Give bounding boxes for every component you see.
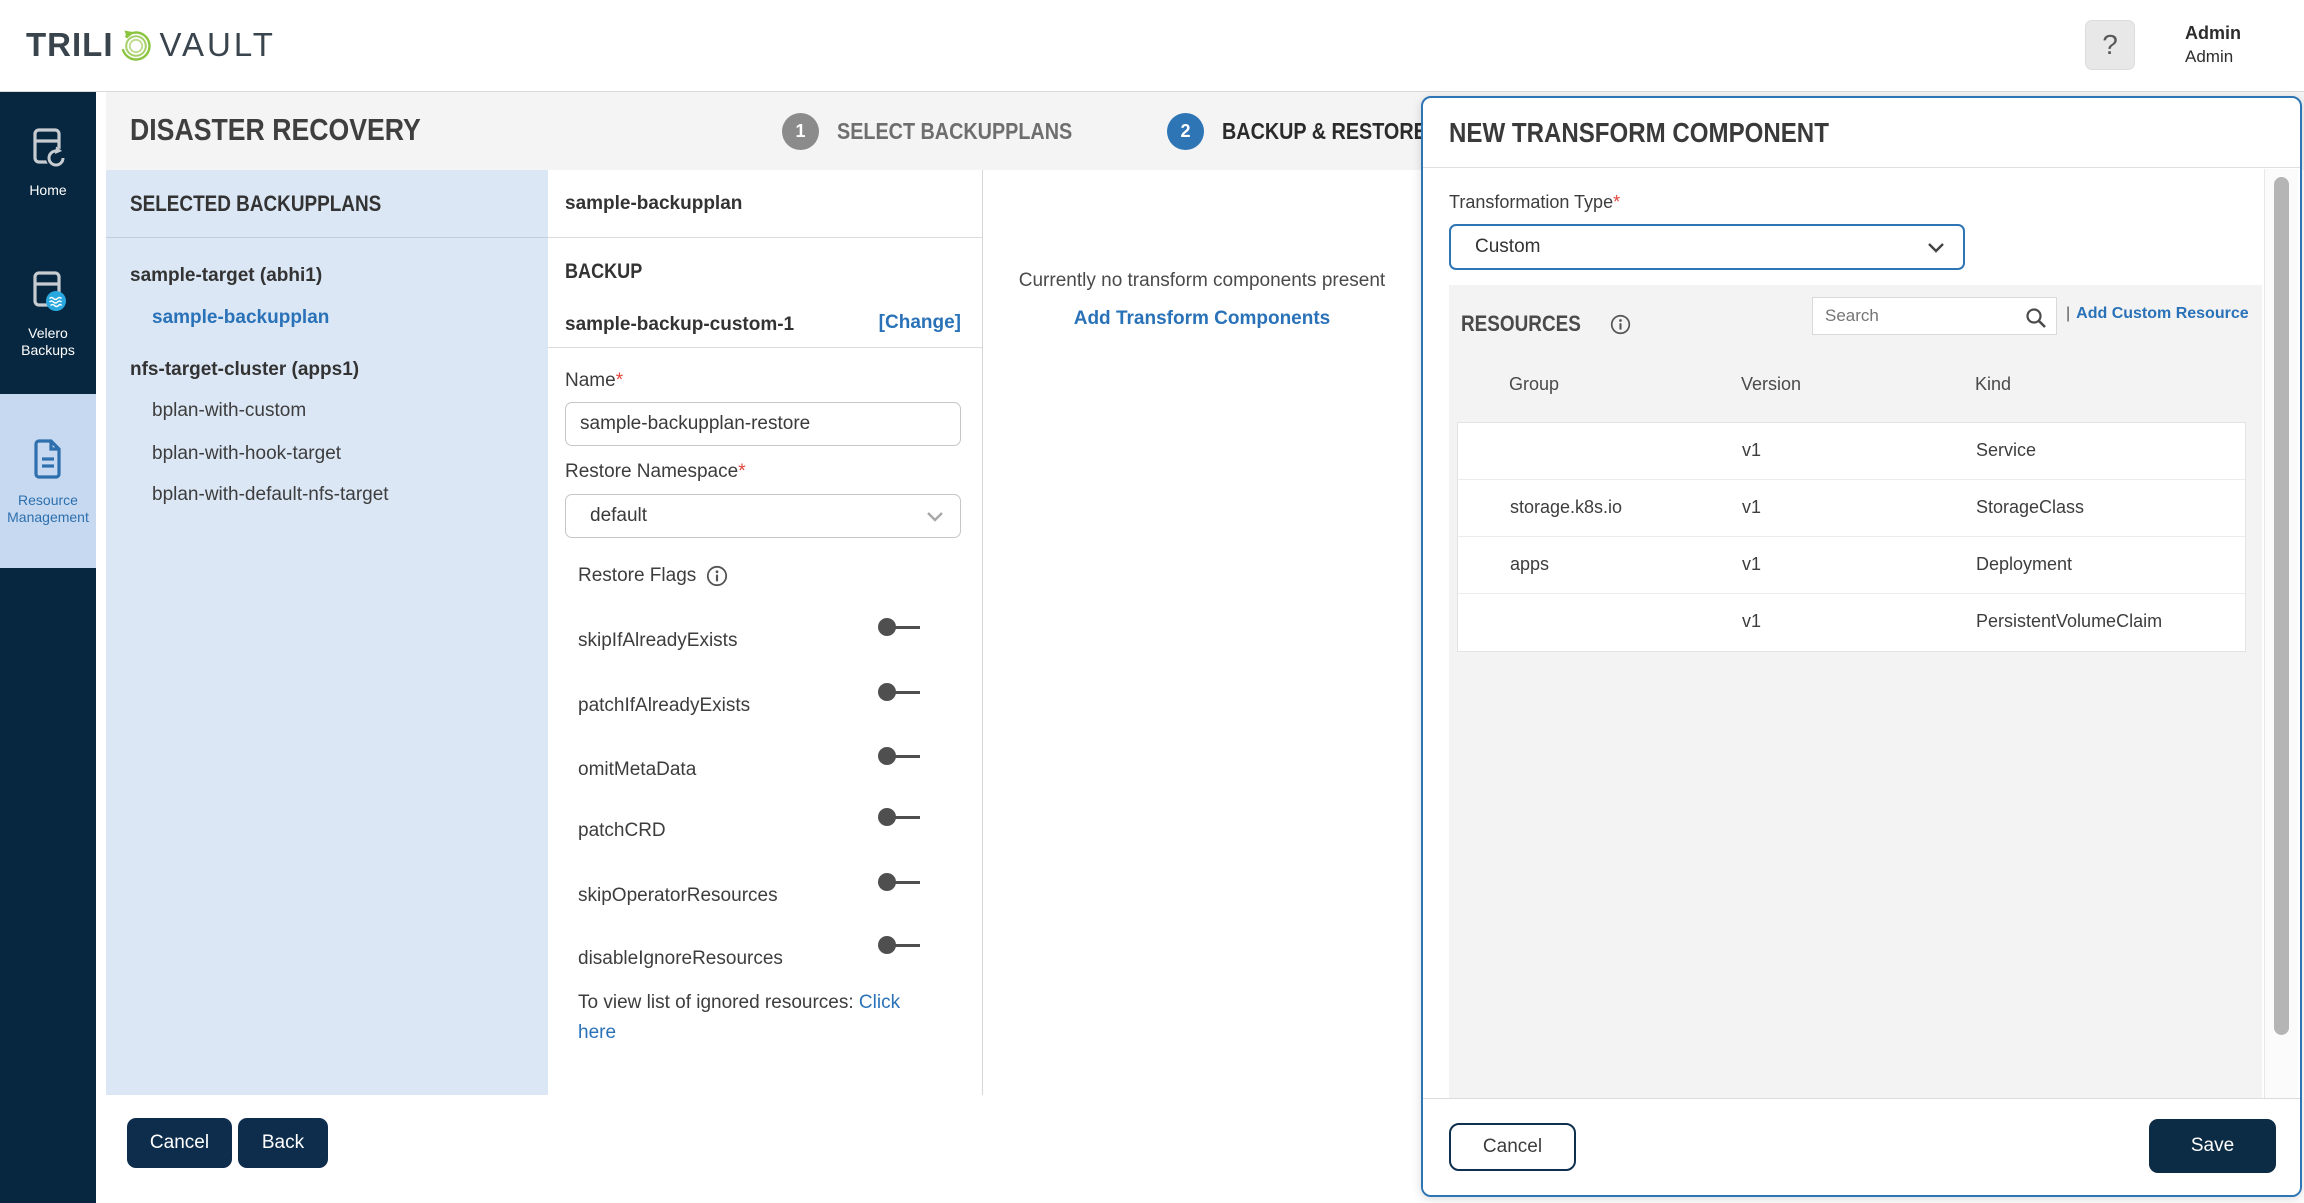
help-button[interactable]: ? — [2085, 20, 2135, 70]
backupplan-item-selected[interactable]: sample-backupplan — [152, 303, 329, 333]
backupplan-item[interactable]: bplan-with-custom — [152, 396, 306, 426]
flag-toggle-disableIgnoreResources[interactable] — [878, 936, 920, 954]
logo-text-vault: VAULT — [159, 26, 275, 64]
cancel-button[interactable]: Cancel — [127, 1118, 232, 1168]
section-divider — [548, 347, 982, 348]
flag-label: disableIgnoreResources — [578, 948, 783, 970]
flag-label: patchCRD — [578, 820, 666, 842]
flag-label: omitMetaData — [578, 759, 696, 781]
triliovault-logo: TRILI VAULT — [26, 24, 276, 66]
drawer-cancel-button[interactable]: Cancel — [1449, 1123, 1576, 1171]
save-button[interactable]: Save — [2149, 1119, 2276, 1173]
backup-target-item[interactable]: nfs-target-cluster (apps1) — [130, 355, 359, 385]
step-number-badge: 1 — [782, 113, 819, 150]
sidebar-item-velero-backups[interactable]: Velero Backups — [0, 233, 96, 394]
sidebar-item-resource-management[interactable]: Resource Management — [0, 394, 96, 568]
restore-form-panel: sample-backupplan BACKUP sample-backup-c… — [548, 170, 982, 1095]
resources-title: RESOURCES — [1461, 311, 1631, 337]
help-question-mark: ? — [2102, 29, 2118, 61]
back-button[interactable]: Back — [238, 1118, 328, 1168]
page-title: DISASTER RECOVERY — [130, 112, 468, 148]
info-icon[interactable] — [1610, 314, 1631, 335]
resources-panel: RESOURCES |Add Custom Resource Group Ver… — [1449, 285, 2262, 1100]
stepper-step-1[interactable]: 1 SELECT BACKUPPLANS — [782, 92, 1110, 170]
transform-empty-text: Currently no transform components presen… — [983, 270, 1421, 292]
transformation-type-select[interactable]: Custom — [1449, 224, 1965, 270]
table-row[interactable]: apps v1 Deployment — [1458, 537, 2245, 594]
sidebar-nav: Home Velero Backups Resource Management — [0, 92, 96, 1203]
name-field-label: Name* — [565, 370, 623, 392]
drawer-title: NEW TRANSFORM COMPONENT — [1423, 98, 2300, 168]
drawer-scrollbar-track — [2264, 169, 2298, 1099]
user-name: Admin — [2185, 21, 2241, 45]
flag-toggle-skipIfAlreadyExists[interactable] — [878, 618, 920, 636]
change-backup-link[interactable]: [Change] — [879, 312, 961, 334]
top-header-bar: TRILI VAULT ? Admin Admin — [0, 0, 2304, 92]
flag-label: skipOperatorResources — [578, 885, 778, 907]
drawer-footer: Cancel Save — [1423, 1098, 2300, 1195]
transform-components-panel: Currently no transform components presen… — [982, 170, 1421, 1095]
home-document-refresh-icon — [25, 126, 71, 172]
link-separator: | — [2066, 305, 2070, 322]
column-header-version: Version — [1741, 374, 1801, 395]
sidebar-item-label: Home — [29, 182, 66, 199]
backup-target-item[interactable]: sample-target (abhi1) — [130, 261, 322, 291]
flag-toggle-omitMetaData[interactable] — [878, 747, 920, 765]
flag-label: patchIfAlreadyExists — [578, 695, 750, 717]
user-menu[interactable]: Admin Admin — [2185, 21, 2241, 69]
info-icon[interactable] — [706, 565, 728, 587]
column-header-group: Group — [1509, 374, 1559, 395]
logo-circular-arrow-icon — [115, 24, 157, 66]
drawer-scrollbar-thumb[interactable] — [2274, 177, 2289, 1035]
ignored-resources-text: To view list of ignored resources: Click… — [578, 988, 918, 1048]
add-custom-resource-link[interactable]: |Add Custom Resource — [2066, 305, 2249, 323]
restore-namespace-select[interactable]: default — [565, 494, 961, 538]
transformation-type-label: Transformation Type* — [1449, 192, 1620, 213]
chevron-down-icon — [1927, 242, 1945, 253]
velero-backups-icon — [25, 269, 71, 315]
sidebar-item-label: Velero Backups — [18, 325, 78, 359]
step-number-badge: 2 — [1167, 113, 1204, 150]
table-row[interactable]: v1 PersistentVolumeClaim — [1458, 594, 2245, 651]
backupplan-item[interactable]: bplan-with-hook-target — [152, 439, 341, 469]
backup-name: sample-backup-custom-1 — [565, 314, 794, 336]
table-row[interactable]: storage.k8s.io v1 StorageClass — [1458, 480, 2245, 537]
sidebar-item-home[interactable]: Home — [0, 92, 96, 233]
table-row[interactable]: v1 Service — [1458, 423, 2245, 480]
search-icon — [2024, 306, 2048, 330]
search-input[interactable] — [1813, 298, 2056, 334]
flag-label: skipIfAlreadyExists — [578, 630, 737, 652]
backupplans-panel-title: SELECTED BACKUPPLANS — [106, 170, 548, 238]
step-label: SELECT BACKUPPLANS — [837, 118, 1110, 145]
restore-plan-title: sample-backupplan — [548, 170, 982, 238]
backup-section-title: BACKUP — [565, 260, 655, 284]
flag-toggle-skipOperatorResources[interactable] — [878, 873, 920, 891]
backupplan-item[interactable]: bplan-with-default-nfs-target — [152, 480, 389, 510]
new-transform-component-drawer: NEW TRANSFORM COMPONENT Transformation T… — [1421, 96, 2302, 1197]
logo-text-trili: TRILI — [26, 26, 113, 64]
add-transform-components-link[interactable]: Add Transform Components — [983, 308, 1421, 330]
column-header-kind: Kind — [1975, 374, 2011, 395]
flag-toggle-patchIfAlreadyExists[interactable] — [878, 683, 920, 701]
resource-management-document-icon — [25, 436, 71, 482]
user-role: Admin — [2185, 45, 2241, 69]
resources-search-box — [1812, 297, 2057, 335]
resources-table: v1 Service storage.k8s.io v1 StorageClas… — [1457, 422, 2246, 652]
flag-toggle-patchCRD[interactable] — [878, 808, 920, 826]
selected-backupplans-panel: SELECTED BACKUPPLANS sample-target (abhi… — [106, 170, 548, 1095]
sidebar-item-label: Resource Management — [4, 492, 92, 526]
chevron-down-icon — [926, 511, 944, 522]
namespace-field-label: Restore Namespace* — [565, 461, 746, 483]
stepper-step-2[interactable]: 2 BACKUP & RESTORE — [1167, 92, 1460, 170]
restore-flags-label: Restore Flags — [578, 565, 728, 587]
restore-name-input[interactable] — [565, 402, 961, 446]
